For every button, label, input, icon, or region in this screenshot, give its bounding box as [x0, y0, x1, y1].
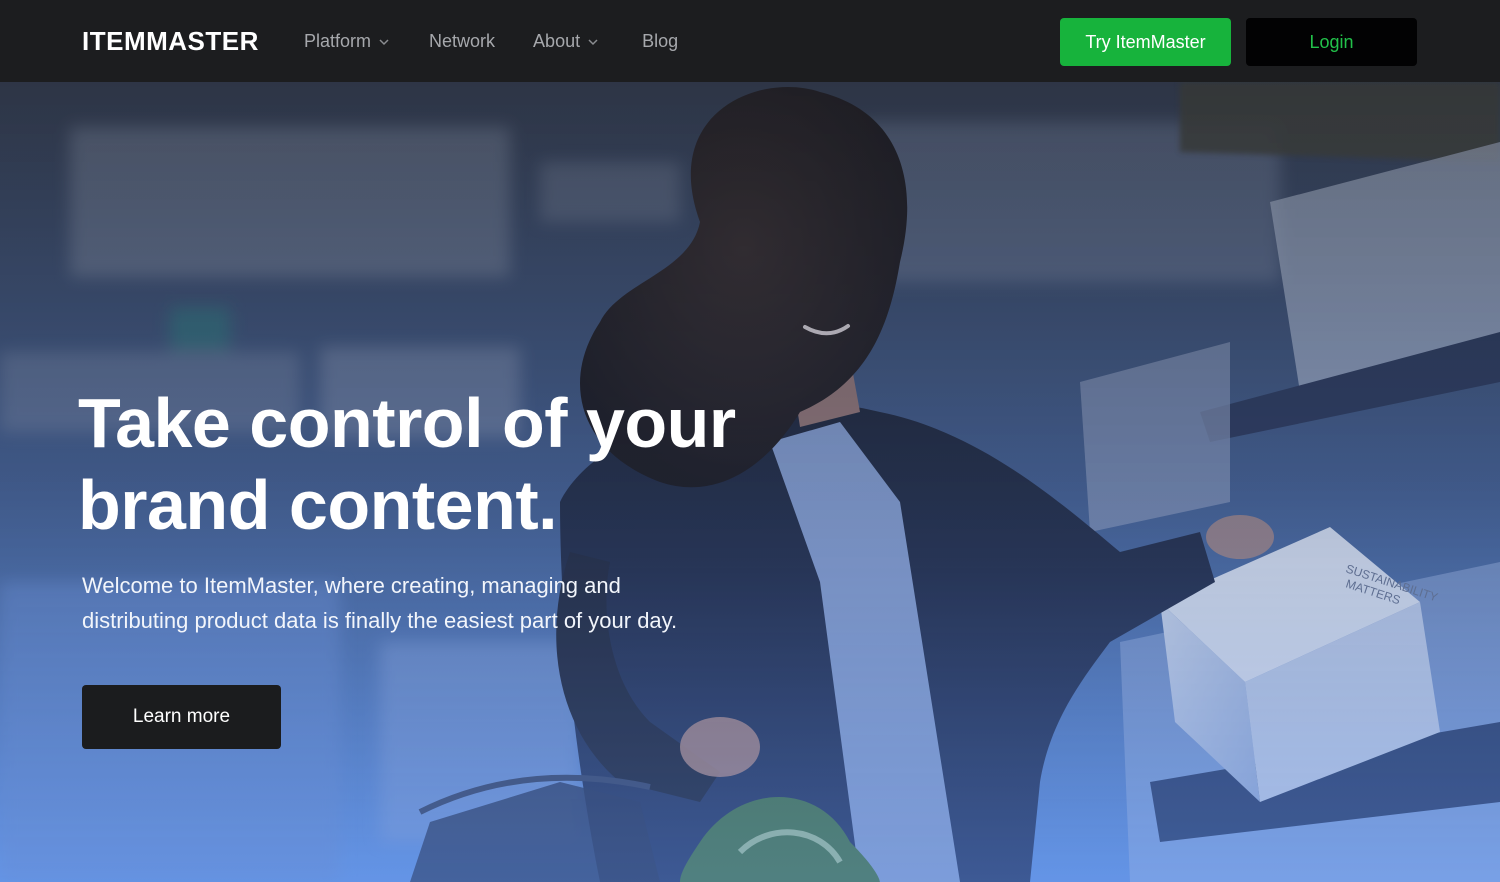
hero-subtext-line1: Welcome to ItemMaster, where creating, m…	[82, 573, 621, 598]
nav-links: Platform Network About Blog	[304, 28, 678, 54]
chevron-down-icon	[588, 39, 598, 46]
login-button[interactable]: Login	[1246, 18, 1417, 66]
hero-subtext: Welcome to ItemMaster, where creating, m…	[82, 568, 742, 638]
nav-item-label: Platform	[304, 31, 372, 51]
top-nav: ITEMMASTER Platform Network About Blog T…	[0, 0, 1500, 82]
hero-headline: Take control of your brand content.	[78, 382, 838, 546]
hero-headline-line1: Take control of your	[78, 384, 736, 462]
nav-item-label: Network	[429, 31, 496, 51]
nav-item-label: Blog	[642, 31, 679, 51]
nav-item-about[interactable]: About	[533, 28, 600, 54]
nav-item-blog[interactable]: Blog	[642, 28, 678, 54]
brand-logo[interactable]: ITEMMASTER	[82, 24, 259, 58]
learn-more-button[interactable]: Learn more	[82, 685, 281, 749]
page: ITEMMASTER Platform Network About Blog T…	[0, 0, 1500, 882]
try-itemmaster-button[interactable]: Try ItemMaster	[1060, 18, 1231, 66]
chevron-down-icon	[379, 39, 389, 46]
nav-item-network[interactable]: Network	[429, 28, 495, 54]
hero-section: SUSTAINABILITY MATTERS	[0, 82, 1500, 882]
hero-headline-line2: brand content.	[78, 466, 558, 544]
nav-item-platform[interactable]: Platform	[304, 28, 391, 54]
hero-subtext-line2: distributing product data is finally the…	[82, 608, 678, 633]
nav-item-label: About	[533, 31, 581, 51]
